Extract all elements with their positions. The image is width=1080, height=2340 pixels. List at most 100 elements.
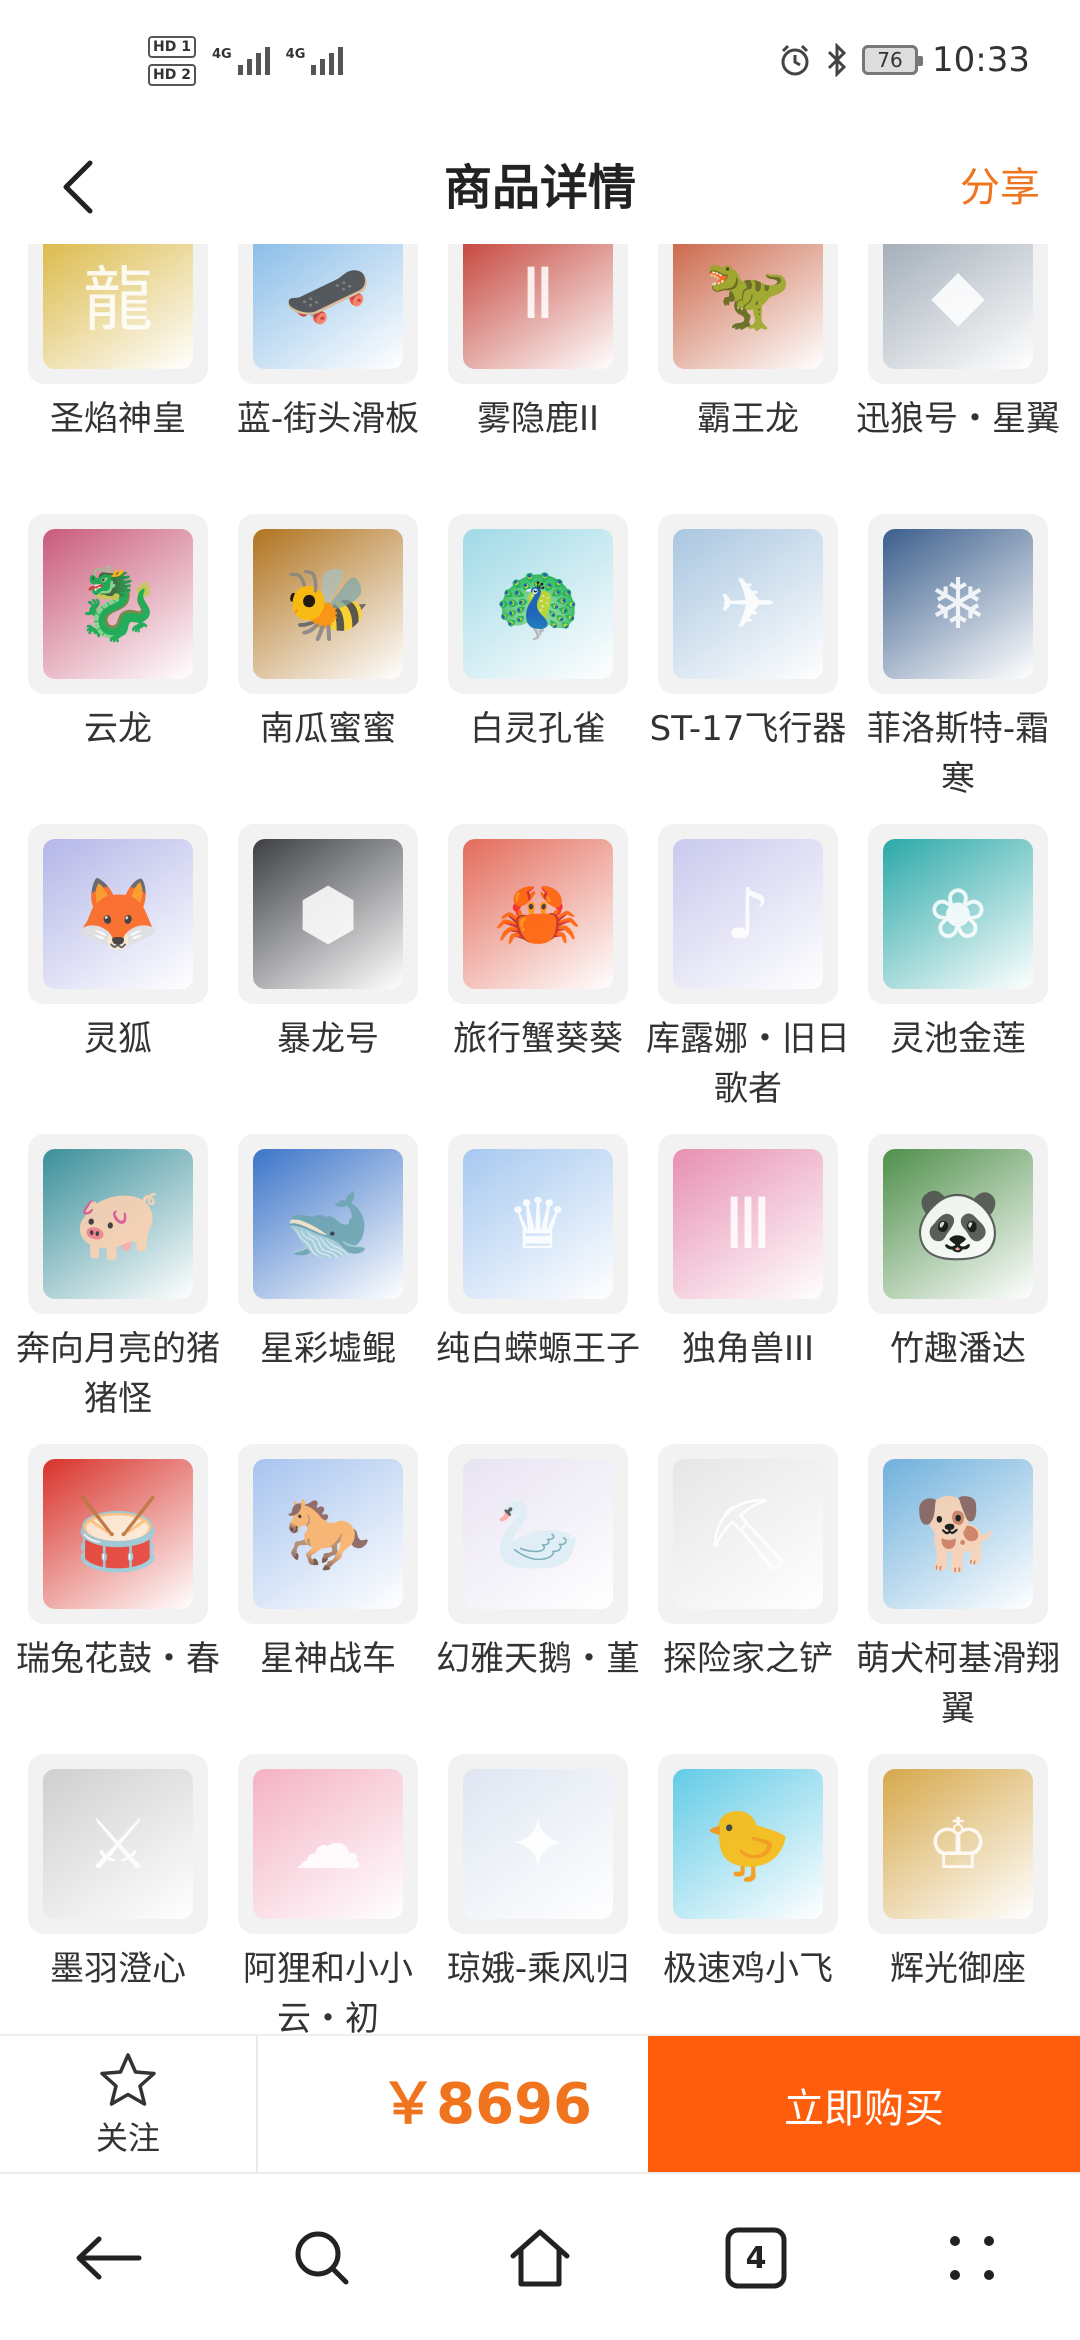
item-thumbnail: 🐼 [868,1134,1048,1314]
price: ￥8696 [380,2072,592,2137]
item-thumbnail: 🥁 [28,1444,208,1624]
item-thumbnail: 🐋 [238,1134,418,1314]
item-thumbnail: 🦖 [658,244,838,384]
item-card[interactable]: 🐋 星彩墟鲲 [238,1134,418,1444]
item-thumbnail: Ⅲ [658,1134,838,1314]
item-card[interactable]: ❄ 菲洛斯特-霜寒 [867,514,1049,824]
item-card[interactable]: ◆ 迅狼号・星翼 [856,244,1060,514]
item-name: 旅行蟹葵葵 [453,1019,623,1059]
alarm-icon [781,44,809,76]
item-card[interactable]: ♛ 纯白蝾螈王子 [436,1134,640,1444]
hd2-badge: HD 2 [148,64,196,86]
item-card[interactable]: 🐤 极速鸡小飞 [658,1754,838,2034]
item-thumbnail: ❀ [868,824,1048,1004]
nav-search-button[interactable] [282,2218,362,2298]
item-name: 雾隐鹿II [476,399,600,439]
item-card[interactable]: 🥁 瑞兔花鼓・春 [16,1444,220,1754]
home-icon [510,2229,570,2287]
item-thumbnail: 🦢 [448,1444,628,1624]
item-name: 灵狐 [84,1019,152,1059]
item-thumbnail: 🐝 [238,514,418,694]
item-card[interactable]: Ⅲ 独角兽III [658,1134,838,1444]
status-bar: HD 1 HD 2 4G 4G 76 10:33 [0,0,1080,132]
nav-more-button[interactable] [932,2218,1012,2298]
item-card[interactable]: 🛹 蓝-街头滑板 [237,244,419,514]
spirit-fox-icon: 🦊 [43,839,193,989]
item-card[interactable]: 🦀 旅行蟹葵葵 [448,824,628,1134]
item-name: 菲洛斯特-霜寒 [866,709,1050,799]
item-thumbnail: 🦚 [448,514,628,694]
item-name: 辉光御座 [890,1949,1026,1989]
blue-chick-icon: 🐤 [673,1769,823,1919]
pig-icon: 🐖 [43,1149,193,1299]
item-thumbnail: 龍 [28,244,208,384]
item-card[interactable]: 🦖 霸王龙 [658,244,838,514]
t-rex-icon: 🦖 [673,244,823,369]
item-card[interactable]: Ⅱ 雾隐鹿II [448,244,628,514]
item-card[interactable]: ⚔ 墨羽澄心 [28,1754,208,2034]
swan-icon: 🦢 [463,1459,613,1609]
item-card[interactable]: 🐝 南瓜蜜蜜 [238,514,418,824]
item-name: 阿狸和小小云・初 [243,1949,413,2034]
signal-icon-2: 4G [286,47,344,75]
signal-icon-1: 4G [212,47,270,75]
item-thumbnail: 🐎 [238,1444,418,1624]
item-thumbnail: ♪ [658,824,838,1004]
pumpkin-bee-icon: 🐝 [253,529,403,679]
item-card[interactable]: 🐕 萌犬柯基滑翔翼 [856,1444,1060,1754]
item-name: 云龙 [84,709,152,749]
item-card[interactable]: 🦊 灵狐 [28,824,208,1134]
item-name: 琼娥-乘风归 [446,1949,630,1989]
golden-lotus-icon: ❀ [883,839,1033,989]
item-thumbnail: 🦊 [28,824,208,1004]
item-card[interactable]: ♪ 库露娜・旧日歌者 [646,824,850,1134]
nav-back-button[interactable] [68,2218,148,2298]
item-card[interactable]: 🐉 云龙 [28,514,208,824]
share-button[interactable]: 分享 [960,132,1040,244]
item-card[interactable]: 🐖 奔向月亮的猪猪怪 [16,1134,220,1444]
item-card[interactable]: ✦ 琼娥-乘风归 [447,1754,629,2034]
bluetooth-icon [827,43,847,77]
more-dots-icon [950,2236,994,2280]
item-thumbnail: 🐤 [658,1754,838,1934]
tab-count: 4 [745,2240,767,2276]
item-card[interactable]: 🐎 星神战车 [238,1444,418,1754]
fox-cloud-icon: ☁ [253,1769,403,1919]
drum-icon: 🥁 [43,1459,193,1609]
item-card[interactable]: 🦚 白灵孔雀 [448,514,628,824]
item-name: 圣焰神皇 [50,399,186,439]
nav-home-button[interactable] [500,2218,580,2298]
whale-icon: 🐋 [253,1149,403,1299]
item-card[interactable]: ✈ ST-17飞行器 [650,514,846,824]
item-thumbnail: 🐕 [868,1444,1048,1624]
item-name: ST-17飞行器 [649,709,847,749]
follow-label: 关注 [95,2119,160,2157]
chevron-left-icon [63,160,93,214]
item-card[interactable]: 🐼 竹趣潘达 [868,1134,1048,1444]
item-card[interactable]: ☁ 阿狸和小小云・初 [238,1754,418,2034]
item-card[interactable]: ♔ 辉光御座 [868,1754,1048,2034]
back-button[interactable] [48,152,108,222]
navigation-bar: 4 [0,2172,1080,2340]
item-name: 星彩墟鲲 [260,1329,396,1369]
status-right: 76 10:33 [778,40,1030,80]
item-card[interactable]: ⬢ 暴龙号 [238,824,418,1134]
item-name: 极速鸡小飞 [663,1949,833,1989]
item-name: 萌犬柯基滑翔翼 [856,1639,1060,1729]
item-grid-container[interactable]: 龍圣焰神皇 🛹 蓝-街头滑板 Ⅱ 雾隐鹿II 🦖 霸王龙 ◆ 迅狼号・星翼 🐉 云龙 🐝 南瓜蜜蜜 🦚 白灵… [0,244,1080,2034]
item-card[interactable]: 龍圣焰神皇 [28,244,208,514]
mech-wolf-icon: ◆ [883,244,1033,369]
follow-button[interactable]: 关注 [0,2036,256,2174]
buy-now-button[interactable]: 立即购买 [648,2036,1080,2174]
item-name: 星神战车 [260,1639,396,1679]
item-card[interactable]: 🦢 幻雅天鹅・堇 [436,1444,640,1754]
item-name: 竹趣潘达 [890,1329,1026,1369]
item-name: 暴龙号 [277,1019,379,1059]
feather-sword-icon: ⚔ [43,1769,193,1919]
nav-tabs-button[interactable]: 4 [716,2218,796,2298]
panda-icon: 🐼 [883,1149,1033,1299]
item-thumbnail: ♛ [448,1134,628,1314]
item-card[interactable]: ⛏ 探险家之铲 [658,1444,838,1754]
item-card[interactable]: ❀ 灵池金莲 [868,824,1048,1134]
item-name: 奔向月亮的猪猪怪 [16,1329,220,1419]
